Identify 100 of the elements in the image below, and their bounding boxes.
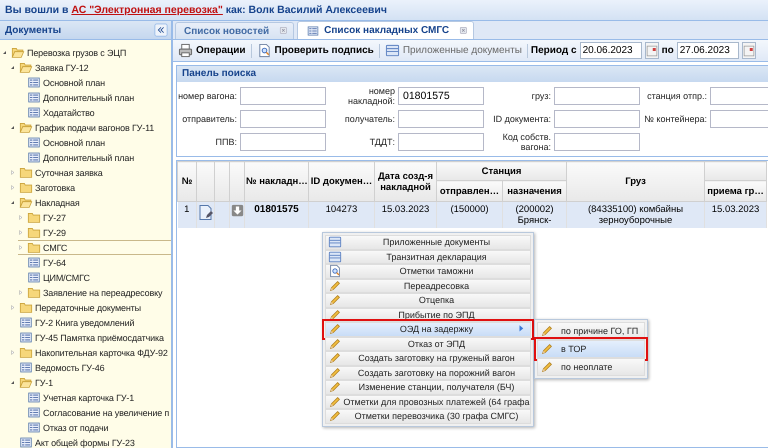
field-label: номер накладной: — [346, 86, 395, 106]
tree-item[interactable]: Основной план — [18, 75, 171, 90]
tree-item[interactable]: Основной план — [18, 135, 171, 150]
tree-item[interactable]: Перевозка грузов с ЭЦП — [2, 45, 171, 60]
download-icon — [231, 204, 244, 217]
tree-item[interactable]: Отказ от подачи — [18, 420, 171, 435]
document-icon — [27, 256, 41, 269]
input-field[interactable] — [554, 133, 640, 151]
tree-item[interactable]: Накладная — [10, 195, 171, 210]
field-label: станция отпр.: — [646, 91, 707, 101]
toolbar-button[interactable]: Проверить подпись — [254, 43, 376, 58]
table-cell: 15.03.2023 — [374, 202, 436, 228]
input-field[interactable] — [398, 133, 484, 151]
pencil-icon — [540, 324, 554, 338]
menu-item[interactable]: Создать заготовку на груженый вагон — [325, 351, 531, 366]
tree-item[interactable]: ЦИМ/СМГС — [18, 270, 171, 285]
pencil-icon — [328, 351, 342, 366]
tree-item[interactable]: ГУ-1 — [10, 375, 171, 390]
tree-item[interactable]: ГУ-64 — [18, 255, 171, 270]
folder-icon — [27, 286, 41, 299]
menu-item[interactable]: в ТОР — [537, 340, 645, 358]
column-group-header: Станция — [436, 162, 567, 180]
tree-item[interactable]: Согласование на увеличение п — [18, 405, 171, 420]
document-icon — [27, 391, 41, 404]
tree-item[interactable]: ГУ-2 Книга уведомлений — [10, 315, 171, 330]
pencil-icon — [328, 278, 342, 293]
column-header[interactable]: Груз — [566, 162, 705, 202]
menu-item[interactable]: Отцепка — [325, 293, 531, 308]
close-icon — [279, 26, 290, 36]
date-field[interactable]: 27.06.2023 — [676, 42, 739, 59]
sidebar-title: Документы — [5, 24, 62, 36]
tree-item[interactable]: Акт общей формы ГУ-23 — [10, 435, 171, 448]
menu-item[interactable]: Отметки для провозных платежей (64 графа — [325, 394, 531, 409]
panel-title: Панель поиска — [177, 66, 768, 82]
menu-item[interactable]: Изменение станции, получателя (БЧ) — [325, 380, 531, 394]
calendar-button[interactable] — [742, 42, 756, 59]
input-field[interactable] — [240, 133, 326, 151]
printer-icon — [178, 43, 193, 58]
folder-icon — [19, 61, 33, 74]
tree-item[interactable]: Ходатайство — [18, 105, 171, 120]
column-header[interactable]: приема гр… — [704, 180, 767, 202]
input-field[interactable] — [554, 110, 640, 128]
collapse-button[interactable] — [154, 23, 168, 37]
tree-item[interactable]: Дополнительный план — [18, 90, 171, 105]
tree-item[interactable]: Заявка ГУ-12 — [10, 60, 171, 75]
tab[interactable]: Список накладных СМГС — [297, 21, 474, 39]
column-header[interactable]: № накладн… — [244, 162, 308, 202]
pencil-icon — [328, 336, 342, 351]
folder-icon — [27, 226, 41, 239]
tree-item[interactable]: Дополнительный план — [18, 150, 171, 165]
tree-item[interactable]: Передаточные документы — [10, 300, 171, 315]
tree-item[interactable]: Учетная карточка ГУ-1 — [18, 390, 171, 405]
date-field[interactable]: 20.06.2023 — [580, 42, 642, 59]
list-icon — [328, 235, 342, 250]
menu-item[interactable]: Переадресовка — [325, 278, 531, 293]
input-field[interactable]: 01801575 — [398, 87, 484, 105]
input-field[interactable] — [554, 87, 640, 105]
calendar-button[interactable] — [644, 42, 659, 59]
tree-item[interactable]: График подачи вагонов ГУ-11 — [10, 120, 171, 135]
column-header[interactable]: № — [178, 162, 196, 202]
column-header[interactable]: назначения — [502, 180, 567, 202]
tree-item[interactable]: Ведомость ГУ-46 — [10, 360, 171, 375]
folder-icon — [19, 181, 33, 194]
document-icon — [27, 136, 41, 149]
field-label: № контейнера: — [643, 114, 707, 124]
menu-item[interactable]: Приложенные документы — [325, 235, 531, 250]
input-field[interactable] — [240, 110, 326, 128]
system-link[interactable]: АС "Электронная перевозка" — [71, 4, 223, 16]
pencil-icon — [328, 394, 342, 409]
field-label: ID документа: — [492, 114, 551, 124]
document-search-icon — [256, 43, 272, 58]
menu-item[interactable]: Отказ от ЭПД — [325, 336, 531, 351]
folder-icon — [19, 301, 33, 314]
table-cell: 01801575 — [244, 202, 308, 228]
tree-item[interactable]: ГУ-29 — [18, 225, 171, 240]
tree-item[interactable]: Заявление на переадресовку — [18, 285, 171, 300]
menu-item[interactable]: Отметки таможни — [325, 264, 531, 278]
menu-item[interactable]: Создать заготовку на порожний вагон — [325, 366, 531, 380]
tree-item[interactable]: СМГС — [18, 240, 171, 255]
column-header[interactable]: ID докумен… — [308, 162, 374, 202]
tree-item[interactable]: ГУ-27 — [18, 210, 171, 225]
tab[interactable]: Список новостей — [175, 22, 294, 39]
pencil-icon — [328, 409, 342, 424]
input-field[interactable] — [240, 87, 326, 105]
column-header[interactable]: отправлен… — [436, 180, 502, 202]
field-label: получатель: — [344, 114, 395, 124]
tree-item[interactable]: Заготовка — [10, 180, 171, 195]
menu-item[interactable]: Отметки перевозчика (30 графа СМГС) — [325, 409, 531, 424]
menu-item[interactable]: по неоплате — [537, 358, 645, 376]
tree-item[interactable]: Накопительная карточка ФДУ-92 — [10, 345, 171, 360]
menu-item[interactable]: Транзитная декларация — [325, 250, 531, 264]
tree-item[interactable]: Суточная заявка — [10, 165, 171, 180]
toolbar-button[interactable]: Операции — [176, 43, 248, 58]
document-icon — [19, 361, 33, 374]
input-field[interactable] — [398, 110, 484, 128]
column-header[interactable]: Дата созд-я накладной — [374, 162, 436, 202]
field-label: Код собств. вагона: — [502, 132, 551, 152]
calendar-icon — [646, 44, 658, 56]
tree-item[interactable]: ГУ-45 Памятка приёмосдатчика — [10, 330, 171, 345]
login-text: Вы вошли в АС "Электронная перевозка" как: Волк Василий Алексеевич — [5, 4, 387, 16]
